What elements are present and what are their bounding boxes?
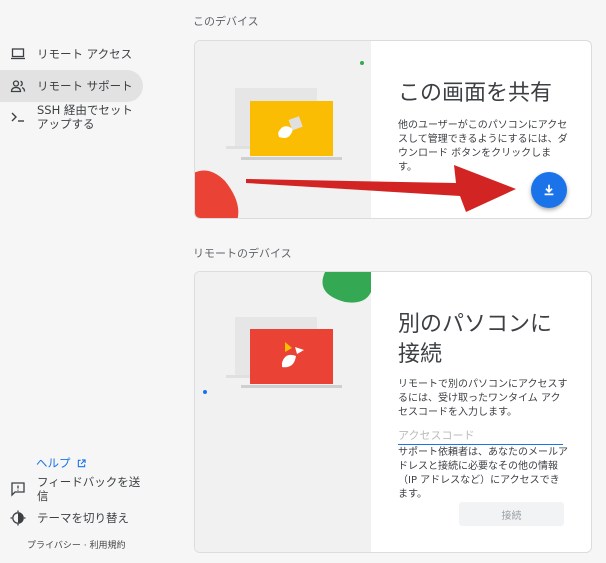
download-icon [544, 184, 554, 196]
access-code-input[interactable] [398, 427, 563, 445]
people-icon [10, 80, 26, 93]
sidebar-item-feedback[interactable]: フィードバックを送信 [0, 473, 143, 505]
share-screen-title: この画面を共有 [398, 81, 553, 106]
annotation-arrow [246, 165, 516, 212]
laptop-icon [11, 48, 25, 60]
privacy-link[interactable]: プライバシー [27, 541, 81, 551]
connect-privacy-note: サポート依頼者は、あなたのメールアドレスと接続に必要なその他の情報（IP アドレ… [398, 447, 568, 500]
footer-links: プライバシー · 利用規約 [27, 538, 125, 551]
sidebar-item-remote-support[interactable]: リモート サポート [0, 70, 143, 102]
sidebar-item-label: テーマを切り替え [37, 511, 129, 525]
sidebar-item-ssh[interactable]: SSH 経由でセットアップする [0, 101, 143, 133]
sidebar-item-label: フィードバックを送信 [37, 475, 141, 503]
sidebar-item-label: リモート サポート [37, 79, 133, 93]
terminal-icon [11, 112, 24, 122]
sidebar: リモート アクセス リモート サポート SSH 経由でセットアップする ヘルプ [0, 0, 150, 563]
sidebar-item-label: SSH 経由でセットアップする [37, 103, 133, 131]
connect-card: 別のパソコンに 接続 リモートで別のパソコンにアクセスするには、受け取ったワンタ… [194, 271, 592, 553]
help-label: ヘルプ [36, 456, 71, 470]
download-button[interactable] [531, 172, 567, 208]
feedback-icon [11, 482, 25, 497]
connect-description: リモートで別のパソコンにアクセスするには、受け取ったワンタイム アクセスコードを… [398, 379, 568, 418]
connect-button[interactable]: 接続 [459, 502, 564, 526]
connect-title-line1: 別のパソコンに [398, 312, 553, 337]
terms-link[interactable]: 利用規約 [89, 541, 125, 551]
sidebar-item-remote-access[interactable]: リモート アクセス [0, 38, 143, 70]
sidebar-item-label: リモート アクセス [37, 47, 133, 61]
connect-title: 別のパソコンに 接続 [398, 310, 552, 370]
sidebar-item-theme[interactable]: テーマを切り替え [0, 502, 143, 534]
connect-title-line2: 接続 [398, 342, 443, 367]
theme-icon [10, 510, 26, 526]
section-label-this-device: このデバイス [193, 15, 259, 28]
section-label-remote-devices: リモートのデバイス [193, 247, 292, 260]
laptop-illustration [203, 272, 371, 394]
help-link[interactable]: ヘルプ [36, 455, 86, 471]
external-link-icon [77, 459, 86, 468]
connect-illustration [195, 272, 371, 552]
